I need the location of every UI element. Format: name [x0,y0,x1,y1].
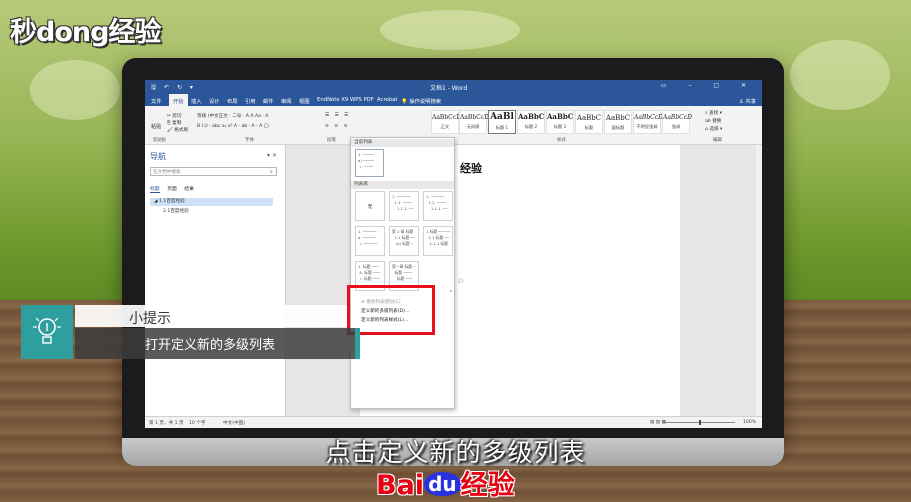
style-title[interactable]: AaBbC 标题 [575,110,603,134]
tell-me-search[interactable]: 💡 操作说明搜索 [401,97,441,105]
tab-design[interactable]: 设计 [209,97,220,105]
navigation-pane: 导航 ▾ ✕ 在文档中搜索 ⌕ 标题 页面 结果 ◢ 1.1百度经验 2.1百度… [145,145,286,416]
title-bar: 🖫 ↶ ↻ ▾ 文档1 - Word ▭ – ▢ ✕ [145,80,762,94]
clipboard-group-label: 剪贴板 [153,138,167,143]
tip-text: 打开定义新的多级列表 [145,338,276,353]
tip-header-flag [307,315,314,324]
tab-endnote[interactable]: EndNote X9 [317,97,348,103]
current-list-item[interactable]: 1. ───── a) ───── i. ──── [355,149,384,177]
style-emphasis[interactable]: AaBbCcD 强调 [662,110,692,134]
multilevel-list-dropdown: 当前列表 1. ───── a) ───── i. ──── 列表库 无 1. … [350,137,455,409]
list-library-header: 列表库 [351,181,454,189]
paragraph-group-label: 段落 [327,138,336,143]
tip-card: 小提示 打开定义新的多级列表 [21,305,361,359]
style-subtitle[interactable]: AaBbC 副标题 [604,110,632,134]
style-subtle-emphasis[interactable]: AaBbCcD 不明显强调 [633,110,663,134]
dropdown-scroll-arrow-icon[interactable]: ▸ [450,288,452,293]
word-window: 🖫 ↶ ↻ ▾ 文档1 - Word ▭ – ▢ ✕ 文件 开始 插入 设计 布… [145,80,762,428]
watermark-logo: 秒dong经验 [10,17,161,48]
word-count: 10 个字 [189,421,206,426]
tab-mailings[interactable]: 邮件 [263,97,274,105]
nav-pane-title: 导航 [150,152,166,161]
search-icon[interactable]: ⌕ [270,169,282,175]
tab-file[interactable]: 文件 [151,97,162,105]
baidu-jingyan-logo: Bai du 经验 [376,463,515,502]
paste-button[interactable]: 粘贴 [151,123,161,130]
language-indicator: 中文(中国) [223,421,245,426]
background-bokeh [790,40,890,110]
copy-button[interactable]: ⎘ 复制 [167,120,181,126]
select-button[interactable]: ⌂ 选择 ▾ [705,126,722,132]
list-library-item[interactable]: 1 标题 ───── 1.1 标题 ── 1.1.1 标题 [423,226,453,256]
nav-tab-headings[interactable]: 标题 [150,187,160,193]
background-bokeh [380,10,520,50]
style-normal[interactable]: AaBbCcDc 正文 [431,110,464,134]
vertical-scrollbar[interactable] [756,145,762,416]
nav-heading-item[interactable]: ◢ 1.1百度经验 [150,198,273,206]
list-library-item[interactable]: 1. ────── 1.1. ──── 1.1.1. ── [389,191,419,221]
styles-group-label: 样式 [557,138,566,143]
nav-tab-pages[interactable]: 页面 [167,187,177,192]
brand-du-paw: du [424,472,461,496]
font-format-row[interactable]: B I U · abc x₂ x² A · ab · A · A ◯ [197,124,269,129]
paragraph-align-buttons[interactable]: ≡ ≡ ≡ [325,124,349,129]
nav-tab-results[interactable]: 结果 [184,187,194,192]
tab-insert[interactable]: 插入 [191,97,202,105]
list-library-item[interactable]: 1. ────── a. ────── i. ────── [355,226,385,256]
editing-group-label: 编辑 [713,138,722,143]
font-group-label: 字体 [245,138,254,143]
tab-references[interactable]: 引用 [245,97,256,105]
quick-access-toolbar[interactable]: 🖫 ↶ ↻ ▾ [151,83,196,93]
view-buttons[interactable]: ▤ ▥ ▦ [650,420,666,425]
style-heading-1[interactable]: AaBl 标题 1 [488,110,516,134]
current-list-header: 当前列表 [351,139,454,147]
status-bar: 第 1 页，共 1 页 10 个字 中文(中国) ▤ ▥ ▦ 100% [145,416,762,428]
zoom-level: 100% [743,420,757,425]
ribbon-tabs: 文件 开始 插入 设计 布局 引用 邮件 审阅 视图 EndNote X9 WP… [145,94,762,107]
style-heading-2[interactable]: AaBbC 标题 2 [517,110,545,134]
window-title: 文档1 - Word [430,85,468,92]
list-library-item[interactable]: 1. ────── 1.1. ──── 1.1.1. ── [423,191,453,221]
zoom-slider-thumb[interactable] [699,420,701,425]
font-name-size-row[interactable]: 等线 (中文正文 · 二号 · A A Aa · A [197,113,268,119]
background-bokeh [30,60,120,120]
tab-view[interactable]: 视图 [299,97,310,105]
document-heading-text: 经验 [460,162,482,175]
style-no-spacing[interactable]: AaBbCcDc 无间隔 [459,110,492,134]
tab-review[interactable]: 审阅 [281,97,292,105]
mouse-cursor-icon: ➤ [458,277,464,285]
tip-icon-box [21,305,73,359]
window-controls[interactable]: ▭ – ▢ ✕ [661,82,756,89]
paragraph-list-buttons[interactable]: ☰ ☰ ☰ [325,113,350,118]
brand-jingyan: 经验 [460,470,515,501]
find-button[interactable]: ⌕ 查找 ▾ [705,110,722,116]
tab-layout[interactable]: 布局 [227,97,238,105]
style-heading-3[interactable]: AaBbC 标题 3 [546,110,574,134]
share-button[interactable]: ♙ 共享 [739,97,756,105]
tip-label: 小提示 [129,311,171,327]
tab-wps-pdf[interactable]: WPS PDF [350,97,374,103]
format-painter-button[interactable]: 🖌 格式刷 [167,127,188,133]
replace-button[interactable]: ab 替换 [705,118,721,124]
page-count: 第 1 页，共 1 页 [149,421,184,426]
nav-tabs: 标题 页面 结果 [150,185,200,193]
list-none[interactable]: 无 [355,191,385,221]
lightbulb-icon [33,317,61,344]
nav-heading-item[interactable]: 2.1百度经验 [163,208,189,214]
list-library-item[interactable]: 第 1 章 标题 1.1 标题 ── (a) 标题 ─ [389,226,419,256]
brand-bai: Bai [376,470,425,501]
tab-acrobat[interactable]: Acrobat [377,97,397,103]
nav-close-icon[interactable]: ▾ ✕ [267,152,277,159]
cut-button[interactable]: ✂ 剪切 [167,113,182,119]
tip-accent-bar [355,328,360,359]
nav-search-input[interactable]: 在文档中搜索 [150,167,277,176]
